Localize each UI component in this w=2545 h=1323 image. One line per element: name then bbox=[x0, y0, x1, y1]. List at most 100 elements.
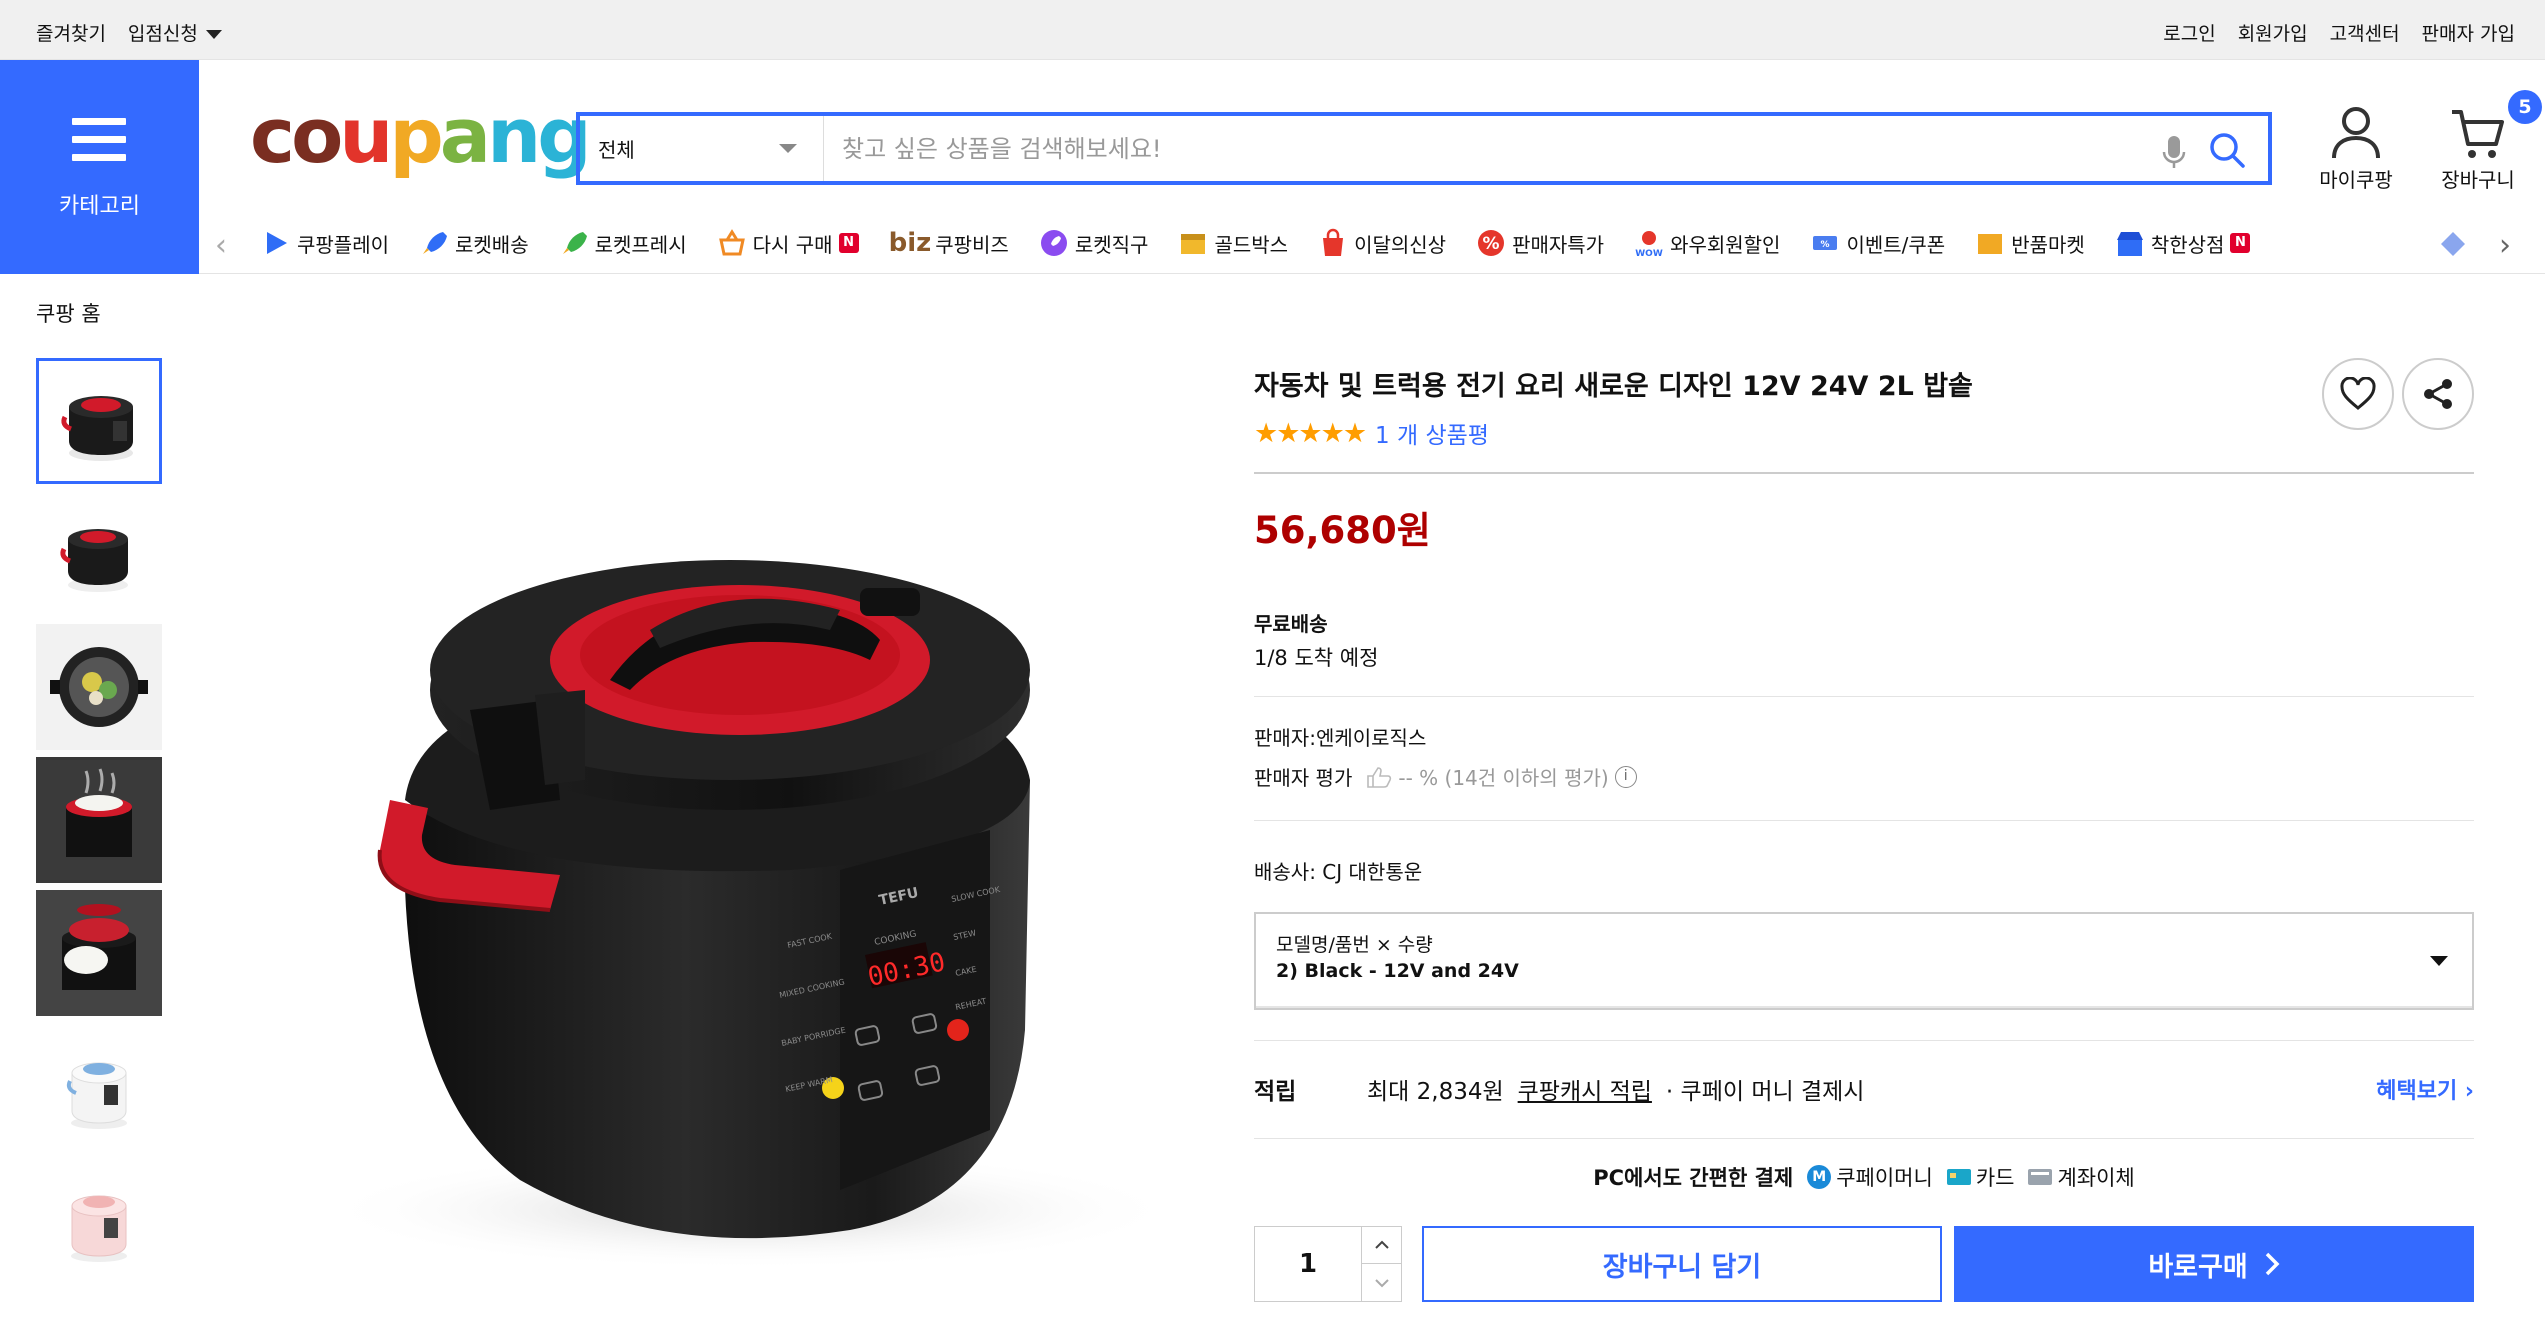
divider bbox=[1254, 696, 2474, 697]
divider bbox=[1254, 472, 2474, 474]
nav-item-label: 로켓배송 bbox=[455, 232, 529, 257]
new-badge: N bbox=[2230, 233, 2251, 253]
cart-button[interactable]: 5 장바구니 bbox=[2430, 90, 2542, 193]
chevron-down-icon bbox=[1374, 1278, 1389, 1287]
nav-item-7[interactable]: 골드박스 bbox=[1178, 226, 1288, 260]
product-rating: ★★★★★ 1 개 상품평 bbox=[1254, 416, 1489, 450]
cart-icon bbox=[2452, 110, 2504, 158]
nav-item-1[interactable]: 쿠팡플레이 bbox=[261, 226, 389, 260]
chevron-down-icon bbox=[779, 144, 797, 153]
login-link[interactable]: 로그인 bbox=[2163, 19, 2215, 46]
quantity-decrease-button[interactable] bbox=[1362, 1264, 1401, 1301]
thumbnail-list bbox=[36, 358, 162, 1289]
seller-name[interactable]: 판매자:엔케이로직스 bbox=[1254, 722, 1426, 751]
favorites-link[interactable]: 즐겨찾기 bbox=[36, 19, 106, 46]
svg-text:%: % bbox=[1821, 240, 1830, 250]
nav-item-label: 판매자특가 bbox=[1512, 232, 1605, 257]
nav-item-10[interactable]: WOW 와우회원할인 bbox=[1634, 226, 1780, 260]
percent-icon: % bbox=[1478, 230, 1505, 256]
option-value: 2) Black - 12V and 24V bbox=[1276, 960, 1519, 982]
search-category-select[interactable]: 전체 bbox=[580, 116, 824, 181]
nav-item-12[interactable]: 반품마켓 bbox=[1975, 226, 2085, 260]
bank-transfer: 계좌이체 bbox=[2028, 1162, 2135, 1192]
free-shipping-label: 무료배송 bbox=[1254, 612, 1328, 636]
chevron-down-icon bbox=[205, 30, 222, 39]
delivery-date: 1/8 도착 예정 bbox=[1254, 646, 1379, 670]
reward-row: 적립 최대 2,834원 쿠팡캐시 적립 · 쿠페이 머니 결제시 혜택보기 › bbox=[1254, 1072, 2474, 1106]
thumbnail-3[interactable] bbox=[36, 624, 162, 750]
thumbnail-4[interactable] bbox=[36, 757, 162, 883]
rocket-fresh-icon bbox=[562, 232, 587, 254]
chevron-left-icon[interactable]: ‹ bbox=[215, 228, 227, 263]
svg-text:WOW: WOW bbox=[1635, 249, 1663, 258]
divider bbox=[1254, 1040, 2474, 1041]
quantity-value[interactable]: 1 bbox=[1255, 1227, 1361, 1301]
category-button[interactable]: 카테고리 bbox=[0, 60, 199, 274]
microphone-icon[interactable] bbox=[2162, 134, 2186, 170]
search-icon[interactable] bbox=[2208, 131, 2246, 169]
chevron-right-icon[interactable]: › bbox=[2499, 228, 2511, 263]
product-title: 자동차 및 트럭용 전기 요리 새로운 디자인 12V 24V 2L 밥솥 bbox=[1254, 371, 1973, 402]
rocket-icon bbox=[423, 232, 447, 254]
product-main-image[interactable]: TEFU COOKING 00:30 FAST COOK MIXED COOKI… bbox=[190, 330, 1230, 1323]
pay-header: PC에서도 간편한 결제 bbox=[1593, 1166, 1794, 1190]
rating-stars: ★★★★★ bbox=[1254, 417, 1367, 449]
wishlist-button[interactable] bbox=[2322, 358, 2394, 430]
apply-link[interactable]: 입점신청 bbox=[128, 19, 222, 46]
card-payment: 카드 bbox=[1946, 1162, 2014, 1192]
nav-item-label: 쿠팡플레이 bbox=[297, 232, 389, 257]
return-market-icon bbox=[1978, 234, 2003, 254]
thumbnail-2[interactable] bbox=[36, 491, 162, 617]
share-button[interactable] bbox=[2402, 358, 2474, 430]
benefit-link[interactable]: 혜택보기 › bbox=[2376, 1073, 2474, 1105]
buy-now-label: 바로구매 bbox=[2148, 1251, 2248, 1283]
reward-label: 적립 bbox=[1254, 1079, 1297, 1105]
thumbnail-1[interactable] bbox=[36, 358, 162, 484]
chevron-right-icon bbox=[2265, 1252, 2280, 1276]
coupang-cash-link[interactable]: 쿠팡캐시 적립 bbox=[1518, 1072, 1652, 1106]
nav-item-11[interactable]: % 이벤트/쿠폰 bbox=[1810, 226, 1945, 260]
nav-item-5[interactable]: biz 쿠팡비즈 bbox=[889, 226, 1009, 260]
divider bbox=[1254, 1138, 2474, 1139]
bank-icon bbox=[2028, 1169, 2053, 1185]
thumbnail-5[interactable] bbox=[36, 890, 162, 1016]
nav-item-9[interactable]: % 판매자특가 bbox=[1476, 226, 1604, 260]
seller-signup-link[interactable]: 판매자 가입 bbox=[2422, 19, 2515, 46]
chevron-right-icon: › bbox=[2464, 1079, 2474, 1104]
nav-item-label: 와우회원할인 bbox=[1670, 232, 1781, 257]
nav-item-3[interactable]: 로켓프레시 bbox=[559, 226, 687, 260]
nav-item-13[interactable]: 착한상점 N bbox=[2115, 226, 2251, 260]
signup-link[interactable]: 회원가입 bbox=[2238, 19, 2308, 46]
nav-item-6[interactable]: 로켓직구 bbox=[1039, 226, 1148, 260]
option-label: 모델명/품번 × 수량 bbox=[1276, 934, 1433, 956]
thumbnail-6[interactable] bbox=[36, 1023, 162, 1149]
share-icon bbox=[2424, 379, 2452, 409]
customer-center-link[interactable]: 고객센터 bbox=[2330, 19, 2400, 46]
info-icon[interactable]: i bbox=[1614, 765, 1637, 788]
user-icon bbox=[2332, 107, 2380, 159]
nav-item-2[interactable]: 로켓배송 bbox=[419, 226, 529, 260]
buy-now-button[interactable]: 바로구매 bbox=[1954, 1226, 2474, 1302]
reward-suffix: · 쿠페이 머니 결제시 bbox=[1665, 1079, 1865, 1105]
coupang-logo[interactable]: coupang bbox=[250, 98, 592, 174]
review-count-link[interactable]: 1 개 상품평 bbox=[1375, 416, 1489, 450]
mycoupang-button[interactable]: 마이쿠팡 bbox=[2312, 104, 2400, 193]
breadcrumb[interactable]: 쿠팡 홈 bbox=[36, 298, 101, 328]
cart-label: 장바구니 bbox=[2441, 168, 2515, 192]
search-input[interactable] bbox=[824, 116, 2268, 181]
nav-item-8[interactable]: 이달의신상 bbox=[1318, 226, 1446, 260]
wow-icon: WOW bbox=[1635, 231, 1663, 258]
add-to-cart-button[interactable]: 장바구니 담기 bbox=[1422, 1226, 1942, 1302]
nav-item-label: 다시 구매 bbox=[752, 232, 833, 257]
coupon-icon: % bbox=[1813, 236, 1838, 250]
thumbnail-7[interactable] bbox=[36, 1156, 162, 1282]
carrier-info: 배송사: CJ 대한통운 bbox=[1254, 860, 1423, 884]
coupay-money-icon: M bbox=[1807, 1165, 1832, 1189]
top-utility-bar: 즐겨찾기 입점신청 로그인 회원가입 고객센터 판매자 가입 bbox=[0, 0, 2545, 60]
search-bar: 전체 bbox=[576, 112, 2272, 185]
quantity-increase-button[interactable] bbox=[1362, 1227, 1401, 1264]
search-category-value: 전체 bbox=[598, 138, 635, 162]
diamond-icon bbox=[2441, 232, 2465, 256]
option-select[interactable]: 모델명/품번 × 수량 2) Black - 12V and 24V bbox=[1254, 912, 2474, 1010]
nav-item-4[interactable]: 다시 구매 N bbox=[717, 226, 859, 260]
